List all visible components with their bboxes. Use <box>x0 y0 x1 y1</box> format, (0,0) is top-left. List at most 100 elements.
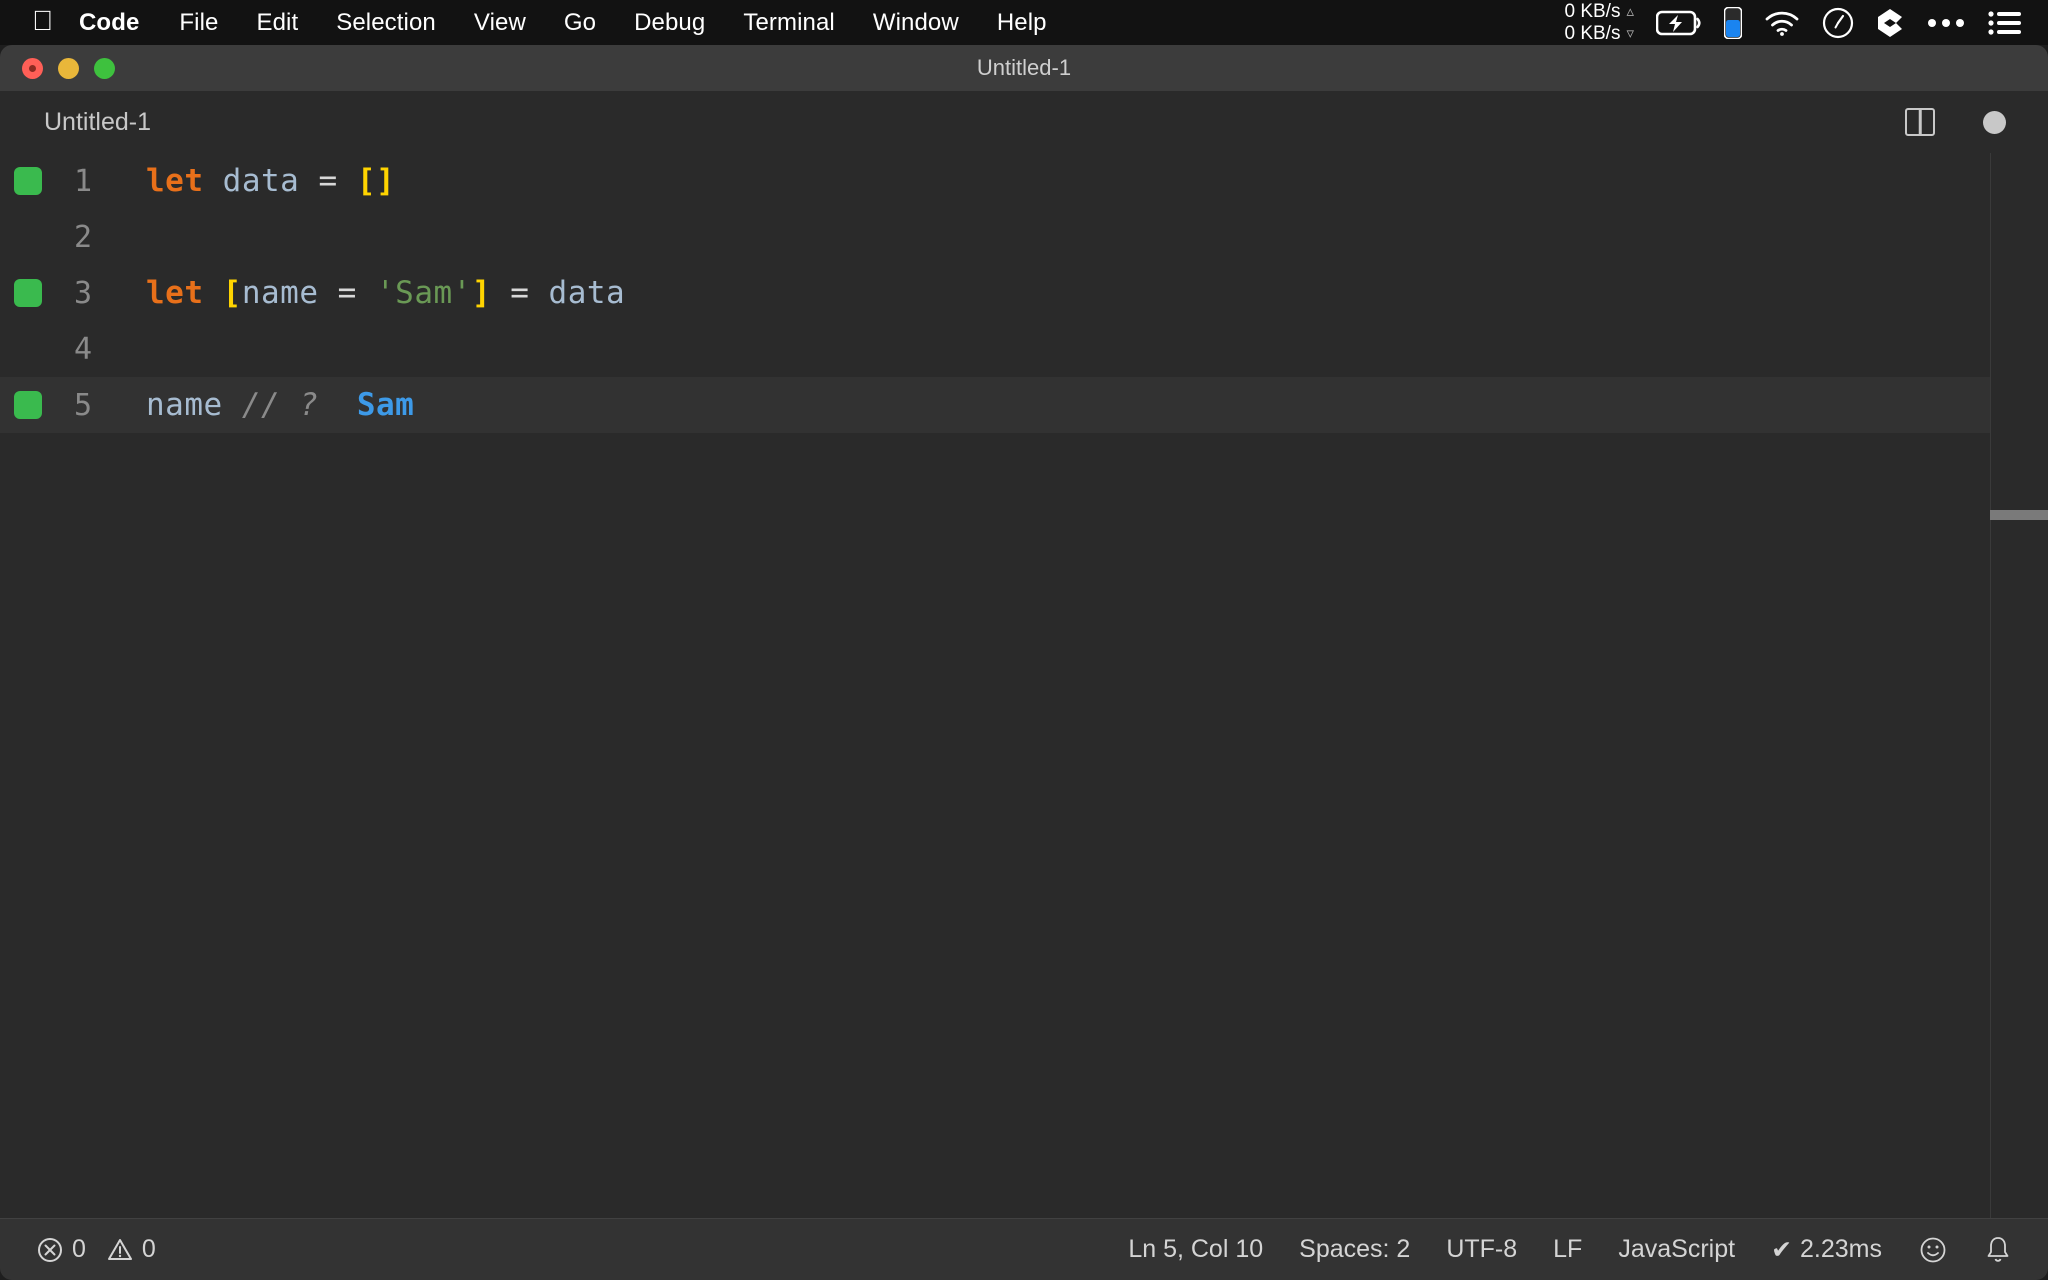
warning-count: 0 <box>142 1235 156 1264</box>
bell-icon <box>1984 1235 2012 1265</box>
network-upload-speed: 0 KB/s <box>1564 1 1620 23</box>
minimize-button[interactable] <box>58 58 79 79</box>
line-code: let data = [] <box>122 163 395 199</box>
menu-item-edit[interactable]: Edit <box>256 9 298 37</box>
check-icon: ✔ <box>1771 1235 1792 1265</box>
status-bar-right: Ln 5, Col 10 Spaces: 2 UTF-8 LF JavaScri… <box>1128 1235 2012 1265</box>
menu-item-go[interactable]: Go <box>564 9 596 37</box>
menu-item-terminal[interactable]: Terminal <box>743 9 835 37</box>
language-mode[interactable]: JavaScript <box>1618 1235 1735 1264</box>
token-result: Sam <box>357 387 415 423</box>
vscode-window: Untitled-1 Untitled-1 1let data = [] 2 3le… <box>0 45 2048 1280</box>
cursor-position[interactable]: Ln 5, Col 10 <box>1128 1235 1263 1264</box>
token-var: data <box>549 275 626 311</box>
minimap-slider[interactable] <box>1990 510 2048 520</box>
token-plain <box>319 387 357 423</box>
clock-icon[interactable] <box>1822 7 1854 39</box>
token-op: = <box>510 275 529 311</box>
menu-item-view[interactable]: View <box>474 9 526 37</box>
notifications-button[interactable] <box>1984 1235 2012 1265</box>
traffic-lights <box>22 58 115 79</box>
split-editor-icon[interactable] <box>1905 108 1935 136</box>
upload-arrow-icon: ▵ <box>1626 1 1634 23</box>
menu-item-help[interactable]: Help <box>997 9 1047 37</box>
token-plain <box>204 275 223 311</box>
menu-items: Code File Edit Selection View Go Debug Terminal… <box>79 9 1085 37</box>
code-editor[interactable]: 1let data = [] 2 3let [name = 'Sam'] = dat… <box>0 153 2048 1218</box>
editor-minimap[interactable] <box>1990 153 2048 1218</box>
token-op: = <box>319 163 338 199</box>
error-count: 0 <box>72 1235 86 1264</box>
editor-tab-bar: Untitled-1 <box>0 91 2048 153</box>
editor-line-4[interactable]: 4 <box>0 321 2048 377</box>
encoding-setting[interactable]: UTF-8 <box>1446 1235 1517 1264</box>
line-number: 2 <box>0 220 122 255</box>
network-download-speed: 0 KB/s <box>1564 23 1620 45</box>
token-plain <box>357 275 376 311</box>
network-speed-indicator[interactable]: 0 KB/s 0 KB/s ▵ ▿ <box>1564 1 1634 45</box>
editor-line-1[interactable]: 1let data = [] <box>0 153 2048 209</box>
token-str: 'Sam' <box>376 275 472 311</box>
indentation-setting[interactable]: Spaces: 2 <box>1299 1235 1410 1264</box>
token-op: = <box>338 275 357 311</box>
error-circle-icon <box>36 1236 64 1264</box>
token-bracket: ] <box>472 275 491 311</box>
token-plain <box>280 387 299 423</box>
editor-line-5[interactable]: 5name // ? Sam <box>0 377 2048 433</box>
token-var: name <box>146 387 223 423</box>
window-title-bar: Untitled-1 <box>0 45 2048 91</box>
coverage-indicator-line-5 <box>14 391 42 419</box>
battery-charging-icon[interactable] <box>1656 10 1702 36</box>
token-comment: // <box>242 387 280 423</box>
control-center-icon[interactable] <box>1988 10 2022 36</box>
menu-item-selection[interactable]: Selection <box>336 9 436 37</box>
apple-logo-icon[interactable]:  <box>32 7 53 35</box>
run-time: 2.23ms <box>1800 1235 1882 1264</box>
coverage-indicator-line-1 <box>14 167 42 195</box>
feedback-button[interactable] <box>1918 1235 1948 1265</box>
line-code: let [name = 'Sam'] = data <box>122 275 625 311</box>
editor-line-2[interactable]: 2 <box>0 209 2048 265</box>
editor-actions <box>1905 108 2006 136</box>
window-title: Untitled-1 <box>0 55 2048 81</box>
close-button[interactable] <box>22 58 43 79</box>
eol-setting[interactable]: LF <box>1553 1235 1582 1264</box>
token-plain <box>223 387 242 423</box>
token-bracket: [] <box>357 163 395 199</box>
tab-label: Untitled-1 <box>44 108 151 137</box>
tab-untitled-1[interactable]: Untitled-1 <box>0 91 179 153</box>
phone-battery-icon[interactable] <box>1724 7 1742 39</box>
editor-lines: 1let data = [] 2 3let [name = 'Sam'] = dat… <box>0 153 2048 433</box>
token-plain <box>338 163 357 199</box>
status-bar: 0 0 Ln 5, Col 10 Spaces: 2 UTF-8 LF Java… <box>0 1218 2048 1280</box>
menu-item-code[interactable]: Code <box>79 9 139 37</box>
warning-triangle-icon <box>106 1236 134 1264</box>
status-bar-left: 0 0 <box>36 1235 156 1264</box>
menu-item-debug[interactable]: Debug <box>634 9 705 37</box>
quokka-run-status[interactable]: ✔ 2.23ms <box>1771 1235 1882 1265</box>
download-arrow-icon: ▿ <box>1626 23 1634 45</box>
unsaved-changes-dot[interactable] <box>1983 111 2006 134</box>
token-plain <box>204 163 223 199</box>
token-var: name <box>242 275 319 311</box>
line-number: 4 <box>0 332 122 367</box>
token-plain <box>529 275 548 311</box>
menu-item-file[interactable]: File <box>179 9 218 37</box>
problems-indicator[interactable]: 0 0 <box>36 1235 156 1264</box>
token-plain <box>491 275 510 311</box>
token-plain <box>319 275 338 311</box>
menu-item-window[interactable]: Window <box>873 9 959 37</box>
zoom-button[interactable] <box>94 58 115 79</box>
smiley-icon <box>1918 1235 1948 1265</box>
token-kw: let <box>146 275 204 311</box>
token-bracket: [ <box>223 275 242 311</box>
token-comment: ? <box>299 387 318 423</box>
coverage-indicator-line-3 <box>14 279 42 307</box>
more-dots-icon[interactable] <box>1926 17 1966 29</box>
line-code: name // ? Sam <box>122 387 414 423</box>
wifi-icon[interactable] <box>1764 10 1800 36</box>
dropbox-icon[interactable] <box>1876 8 1904 38</box>
token-kw: let <box>146 163 204 199</box>
macos-menu-bar:  Code File Edit Selection View Go Debug Termin… <box>0 0 2048 45</box>
editor-line-3[interactable]: 3let [name = 'Sam'] = data <box>0 265 2048 321</box>
